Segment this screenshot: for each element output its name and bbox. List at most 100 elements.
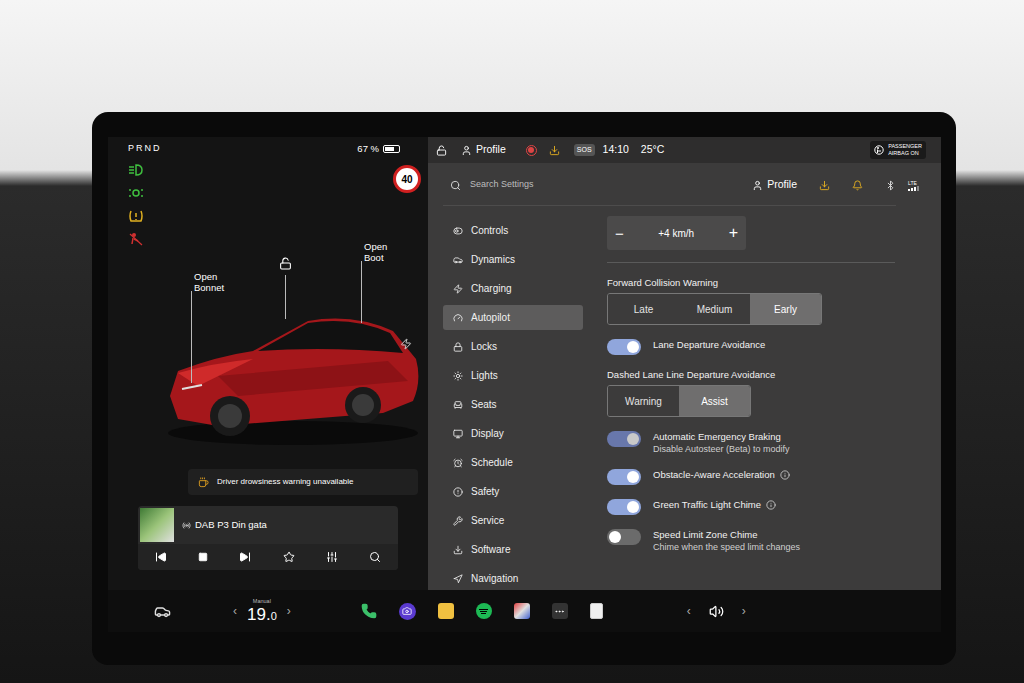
- gear-indicator: PRND: [128, 142, 162, 156]
- cabin-temperature-decimal: 0: [271, 608, 277, 625]
- toggle-text: Green Traffic Light Chime: [653, 499, 776, 511]
- setting-label: Automatic Emergency Braking: [653, 431, 781, 443]
- setting-label: Speed Limit Zone Chime: [653, 529, 758, 541]
- download-icon[interactable]: [819, 180, 830, 191]
- segment-option[interactable]: Medium: [679, 294, 750, 324]
- toggle-text: Lane Departure Avoidance: [653, 339, 765, 351]
- equalizer-icon[interactable]: [326, 551, 338, 563]
- next-icon[interactable]: [239, 551, 251, 563]
- headlight-icon: [128, 163, 144, 177]
- toggle-switch[interactable]: [607, 499, 641, 515]
- info-icon[interactable]: [766, 500, 776, 510]
- media-search-icon[interactable]: [369, 551, 381, 563]
- segment-option[interactable]: Warning: [608, 386, 679, 416]
- segment-option[interactable]: Late: [608, 294, 679, 324]
- toggle-switch[interactable]: [607, 469, 641, 485]
- favorite-icon[interactable]: [283, 551, 295, 563]
- sidebar-item[interactable]: Locks: [443, 334, 583, 359]
- airbag-icon: [874, 145, 884, 155]
- toybox-icon[interactable]: [514, 603, 530, 619]
- sidebar-item[interactable]: Dynamics: [443, 247, 583, 272]
- sidebar-item[interactable]: Autopilot: [443, 305, 583, 330]
- charge-port-icon[interactable]: [400, 338, 412, 350]
- bonnet-leader-line: [191, 291, 192, 383]
- unlock-icon[interactable]: [279, 257, 292, 270]
- sidebar-item[interactable]: Display: [443, 421, 583, 446]
- notes-icon[interactable]: [438, 603, 454, 619]
- previous-icon[interactable]: [155, 551, 167, 563]
- search-field[interactable]: Search Settings: [470, 178, 534, 192]
- toggle-text: Obstacle-Aware Acceleration: [653, 469, 790, 481]
- main-area: PRND67 %40Open BonnetOpen BootDriver dro…: [108, 137, 941, 590]
- plus-button[interactable]: +: [729, 225, 738, 241]
- toggle-setting[interactable]: Green Traffic Light Chime: [607, 499, 897, 515]
- record-icon: [526, 145, 537, 156]
- temp-down-button[interactable]: ‹: [233, 602, 237, 620]
- sidebar-item-icon: [453, 284, 463, 294]
- car-icon[interactable]: [154, 603, 171, 620]
- media-player: DAB P3 Din gata: [138, 506, 398, 570]
- battery-status: 67 %: [357, 142, 400, 156]
- toggle-knob: [627, 341, 639, 353]
- profile-icon: [461, 145, 472, 156]
- toggle-switch[interactable]: [607, 339, 641, 355]
- phone-icon[interactable]: [361, 603, 377, 619]
- toggle-setting[interactable]: Speed Limit Zone ChimeChime when the spe…: [607, 529, 897, 553]
- stop-icon[interactable]: [198, 552, 208, 562]
- car-model-icon: [158, 301, 428, 451]
- sidebar-item-icon: [453, 371, 463, 381]
- sidebar-item[interactable]: Software: [443, 537, 583, 562]
- lock-status-icon[interactable]: [436, 145, 447, 156]
- volume-control: ‹›: [687, 602, 746, 620]
- sidebar-item[interactable]: Lights: [443, 363, 583, 388]
- clock: 14:10: [603, 142, 629, 158]
- info-icon[interactable]: [780, 470, 790, 480]
- segment-option[interactable]: Assist: [679, 386, 750, 416]
- sidebar-item[interactable]: Service: [443, 508, 583, 533]
- toggle-switch[interactable]: [607, 529, 641, 545]
- sidebar-item[interactable]: Charging: [443, 276, 583, 301]
- coffee-icon: [198, 477, 209, 488]
- sidebar-item[interactable]: Seats: [443, 392, 583, 417]
- vehicle-header: PRND 67 %: [108, 137, 428, 161]
- sos-badge[interactable]: SOS: [574, 144, 595, 156]
- sidebar-item[interactable]: Navigation: [443, 566, 583, 590]
- search-icon: [450, 180, 461, 191]
- segment-option[interactable]: Early: [750, 294, 821, 324]
- volume-icon[interactable]: [709, 604, 724, 619]
- lock-leader-line: [285, 275, 286, 319]
- vehicle-view: 40Open BonnetOpen Boot: [108, 161, 428, 463]
- sidebar-item[interactable]: Controls: [443, 218, 583, 243]
- settings-body: Controls Dynamics Charging Autopilot Locks Li…: [428, 206, 941, 590]
- toggle-setting[interactable]: Obstacle-Aware Acceleration: [607, 469, 897, 485]
- bluetooth-icon[interactable]: [885, 180, 896, 191]
- minus-button[interactable]: −: [615, 226, 624, 241]
- spotify-icon[interactable]: [476, 603, 492, 619]
- camera-icon[interactable]: [399, 603, 416, 620]
- open-bonnet-button[interactable]: Open Bonnet: [194, 271, 238, 293]
- app-dock: [361, 603, 603, 620]
- open-boot-button[interactable]: Open Boot: [364, 241, 398, 263]
- volume-down-button[interactable]: ‹: [687, 602, 691, 620]
- notification-icon[interactable]: [852, 180, 863, 191]
- toggle-setting[interactable]: Automatic Emergency BrakingDisable Autos…: [607, 431, 897, 455]
- more-apps-icon[interactable]: [552, 603, 568, 619]
- volume-up-button[interactable]: ›: [742, 602, 746, 620]
- sidebar-item[interactable]: Safety: [443, 479, 583, 504]
- temp-up-button[interactable]: ›: [287, 602, 291, 620]
- toggle-knob: [627, 433, 639, 445]
- segmented-control: LateMediumEarly: [607, 293, 822, 325]
- toggle-switch: [607, 431, 641, 447]
- manual-icon[interactable]: [590, 603, 603, 619]
- search-row: Search SettingsProfileLTE: [428, 171, 941, 199]
- tire-pressure-icon: [128, 209, 144, 223]
- profile-button[interactable]: Profile: [476, 142, 506, 158]
- cabin-temperature: 19.: [247, 605, 271, 624]
- sidebar-item-icon: [453, 400, 463, 410]
- sidebar-item[interactable]: Schedule: [443, 450, 583, 475]
- profile-button[interactable]: Profile: [767, 177, 797, 193]
- sidebar-item-icon: [453, 226, 463, 236]
- toggle-setting[interactable]: Lane Departure Avoidance: [607, 339, 897, 355]
- setting-title: Forward Collision Warning: [607, 277, 897, 289]
- profile-icon: [752, 180, 763, 191]
